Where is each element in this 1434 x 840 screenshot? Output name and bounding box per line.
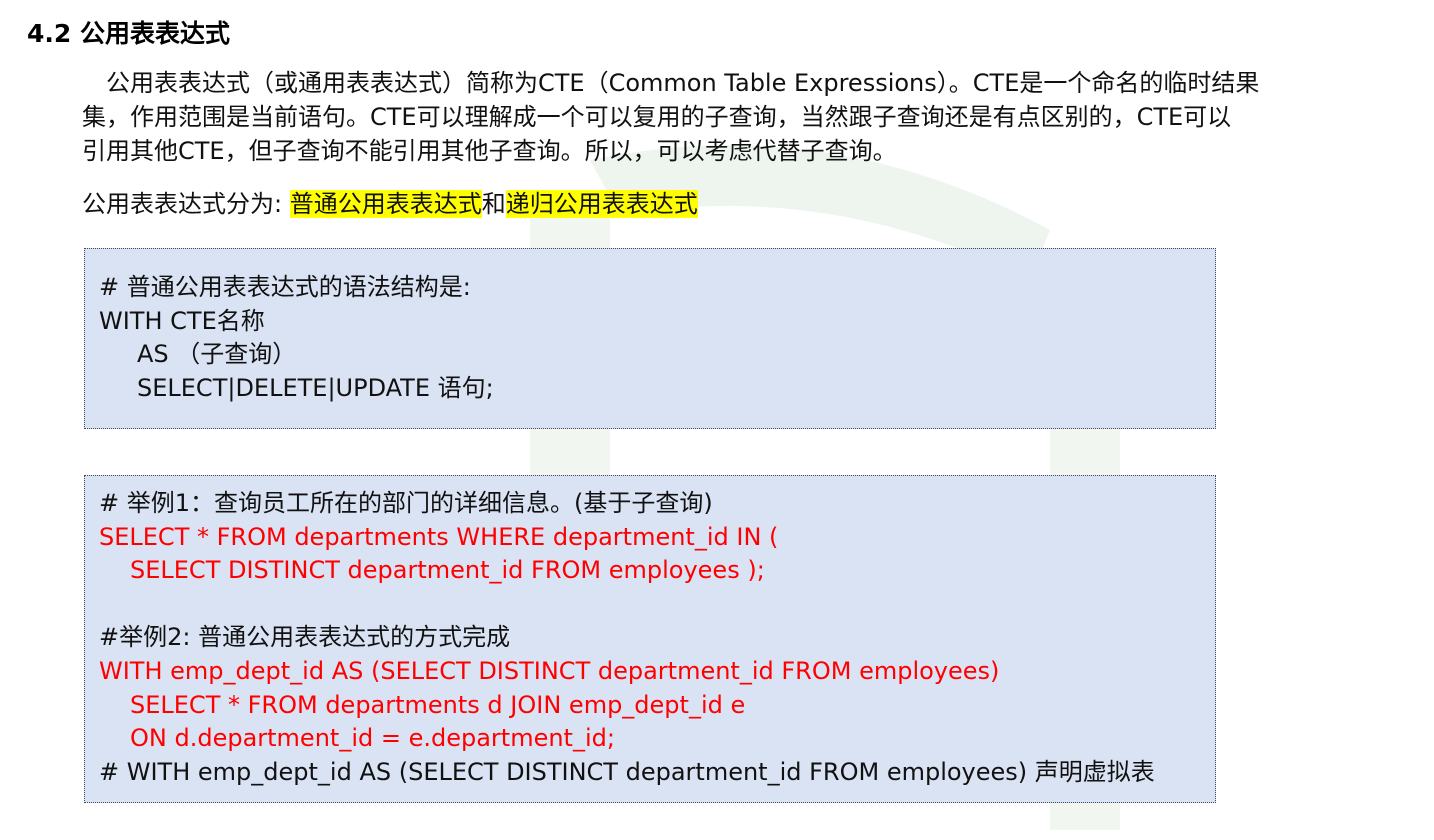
code-comment: # 举例1：查询员工所在的部门的详细信息。(基于子查询) <box>99 489 713 517</box>
types-connector: 和 <box>481 190 506 218</box>
highlight-normal-cte: 普通公用表表达式 <box>289 190 482 218</box>
syntax-code-box: # 普通公用表表达式的语法结构是: WITH CTE名称 AS （子查询） SE… <box>84 248 1216 429</box>
section-heading: 4.2 公用表表达式 <box>27 19 230 48</box>
types-prefix: 公用表表达式分为: <box>82 190 290 218</box>
code-comment: #举例2: 普通公用表表达式的方式完成 <box>99 623 511 652</box>
sql-code-line: SELECT * FROM departments WHERE departme… <box>99 522 779 551</box>
sql-code-line: SELECT DISTINCT department_id FROM emplo… <box>130 556 765 585</box>
sql-code-line: WITH emp_dept_id AS (SELECT DISTINCT dep… <box>99 656 1000 685</box>
document-page: 4.2 公用表表达式 公用表表达式（或通用表表达式）简称为CTE（Common … <box>0 0 1434 836</box>
code-line: WITH CTE名称 <box>99 306 265 335</box>
cte-types-line: 公用表表达式分为: 普通公用表表达式和递归公用表表达式 <box>82 186 698 222</box>
sql-code-line: ON d.department_id = e.department_id; <box>130 724 615 753</box>
sql-code-line: SELECT * FROM departments d JOIN emp_dep… <box>130 690 746 719</box>
highlight-recursive-cte: 递归公用表表达式 <box>505 190 698 218</box>
intro-line: 公用表表达式（或通用表表达式）简称为CTE（Common Table Expre… <box>106 69 1260 97</box>
intro-line: 引用其他CTE，但子查询不能引用其他子查询。所以，可以考虑代替子查询。 <box>82 137 897 165</box>
code-comment: # WITH emp_dept_id AS (SELECT DISTINCT d… <box>99 757 1155 786</box>
code-comment: # 普通公用表表达式的语法结构是: <box>99 273 471 301</box>
intro-line: 集，作用范围是当前语句。CTE可以理解成一个可以复用的子查询，当然跟子查询还是有… <box>82 103 1232 131</box>
example-code-box: # 举例1：查询员工所在的部门的详细信息。(基于子查询) SELECT * FR… <box>84 475 1216 803</box>
code-line: SELECT|DELETE|UPDATE 语句; <box>137 373 494 402</box>
intro-paragraph: 公用表表达式（或通用表表达式）简称为CTE（Common Table Expre… <box>82 66 1412 168</box>
code-line: AS （子查询） <box>137 340 297 369</box>
